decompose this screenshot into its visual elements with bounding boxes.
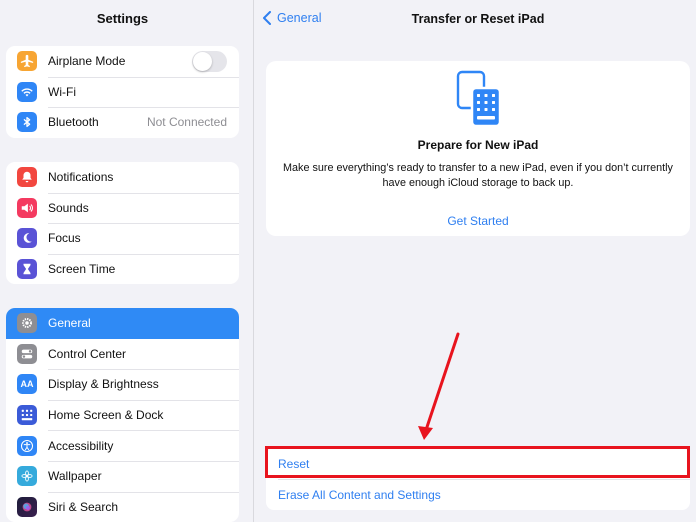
settings-app: Settings Airplane Mode Wi-Fi Bluetooth N… xyxy=(0,0,696,522)
reset-options-group: Reset Erase All Content and Settings xyxy=(266,448,690,510)
airplane-mode-toggle[interactable] xyxy=(192,50,227,72)
bluetooth-status: Not Connected xyxy=(146,115,227,130)
page-title: Transfer or Reset iPad xyxy=(411,12,545,26)
sidebar-item-label: Wi-Fi xyxy=(48,84,76,99)
sidebar-item-label: Wallpaper xyxy=(48,469,102,484)
sidebar-item-label: Siri & Search xyxy=(48,499,119,514)
text-size-icon: AA xyxy=(17,374,37,395)
sidebar: Settings Airplane Mode Wi-Fi Bluetooth N… xyxy=(0,0,253,522)
sidebar-item-label: Airplane Mode xyxy=(48,54,126,69)
airplane-icon xyxy=(17,51,37,72)
card-description: Make sure everything’s ready to transfer… xyxy=(283,162,673,189)
sidebar-item-general[interactable]: General xyxy=(6,308,239,339)
sidebar-item-screen-time[interactable]: Screen Time xyxy=(6,253,239,285)
sidebar-item-label: Sounds xyxy=(48,200,89,215)
prepare-new-ipad-card: Prepare for New iPad Make sure everythin… xyxy=(266,61,690,236)
speaker-icon xyxy=(17,197,37,218)
sidebar-item-label: Bluetooth xyxy=(48,115,99,130)
sidebar-item-control-center[interactable]: Control Center xyxy=(6,339,239,370)
sidebar-item-display-brightness[interactable]: AA Display & Brightness xyxy=(6,369,239,400)
sidebar-item-siri-search[interactable]: Siri & Search xyxy=(6,491,239,522)
erase-all-content-button[interactable]: Erase All Content and Settings xyxy=(266,479,690,510)
sidebar-group-notifications: Notifications Sounds Focus Screen Time xyxy=(6,162,239,285)
ipad-transfer-icon xyxy=(456,70,502,128)
sidebar-item-label: Screen Time xyxy=(48,262,116,277)
sidebar-item-label: Focus xyxy=(48,231,81,246)
wifi-icon xyxy=(17,81,37,102)
sidebar-group-general: General Control Center AA Display & Brig… xyxy=(6,308,239,522)
get-started-button[interactable]: Get Started xyxy=(266,214,690,228)
bluetooth-icon xyxy=(17,112,37,133)
sidebar-item-wifi[interactable]: Wi-Fi xyxy=(6,76,239,108)
sidebar-item-label: Display & Brightness xyxy=(48,377,159,392)
app-grid-icon xyxy=(17,405,37,426)
gear-icon xyxy=(17,313,37,334)
flower-icon xyxy=(17,466,37,487)
sidebar-title: Settings xyxy=(96,11,149,26)
sidebar-item-airplane-mode[interactable]: Airplane Mode xyxy=(6,46,239,77)
card-title: Prepare for New iPad xyxy=(417,138,539,152)
sidebar-item-label: Control Center xyxy=(48,346,127,361)
siri-icon xyxy=(17,496,37,517)
sidebar-item-notifications[interactable]: Notifications xyxy=(6,162,239,193)
sidebar-item-label: Notifications xyxy=(48,170,114,185)
moon-icon xyxy=(17,228,37,249)
reset-button[interactable]: Reset xyxy=(266,448,690,479)
sidebar-item-accessibility[interactable]: Accessibility xyxy=(6,430,239,461)
sidebar-item-wallpaper[interactable]: Wallpaper xyxy=(6,460,239,492)
toggle-knob xyxy=(193,51,212,71)
sidebar-group-connectivity: Airplane Mode Wi-Fi Bluetooth Not Connec… xyxy=(6,46,239,138)
sidebar-item-focus[interactable]: Focus xyxy=(6,223,239,254)
accessibility-icon xyxy=(17,435,37,456)
bell-icon xyxy=(17,167,37,188)
sidebar-item-bluetooth[interactable]: Bluetooth Not Connected xyxy=(6,107,239,138)
sidebar-item-label: Accessibility xyxy=(48,438,114,453)
sidebar-item-sounds[interactable]: Sounds xyxy=(6,192,239,224)
toggles-icon xyxy=(17,343,37,364)
sidebar-item-label: General xyxy=(48,316,91,331)
sidebar-item-label: Home Screen & Dock xyxy=(48,408,164,423)
detail-panel: General Transfer or Reset iPad Prepare f… xyxy=(254,0,696,522)
hourglass-icon xyxy=(17,259,37,280)
annotation-arrow xyxy=(418,332,460,440)
sidebar-item-home-screen-dock[interactable]: Home Screen & Dock xyxy=(6,399,239,431)
